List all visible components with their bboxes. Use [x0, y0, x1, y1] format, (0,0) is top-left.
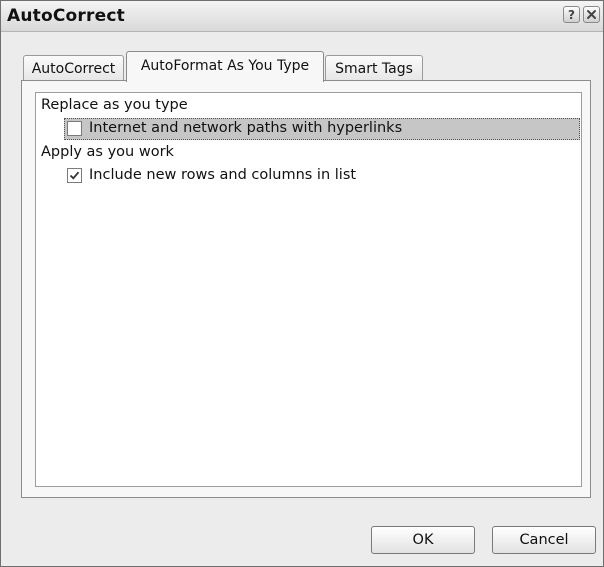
title-bar[interactable]: AutoCorrect ? [1, 1, 603, 32]
svg-text:?: ? [568, 8, 575, 22]
help-question-icon: ? [568, 8, 575, 22]
hyperlinks-checkbox[interactable] [67, 121, 82, 136]
tab-panel: Replace as you type Internet and network… [21, 80, 591, 498]
options-list[interactable]: Replace as you type Internet and network… [35, 92, 582, 487]
cancel-button[interactable]: Cancel [492, 526, 596, 554]
dialog-title: AutoCorrect [7, 6, 125, 26]
replace-as-you-type-heading: Replace as you type [41, 97, 188, 113]
close-button[interactable] [583, 6, 600, 23]
option-label: Internet and network paths with hyperlin… [89, 120, 403, 136]
tab-smart-tags[interactable]: Smart Tags [325, 55, 423, 81]
include-rows-columns-checkbox[interactable] [67, 168, 82, 183]
autocorrect-dialog: AutoCorrect ? AutoCorrect AutoFormat As … [0, 0, 604, 567]
tab-autocorrect[interactable]: AutoCorrect [23, 55, 124, 81]
ok-button[interactable]: OK [371, 526, 475, 554]
close-x-icon [587, 10, 596, 19]
help-button[interactable]: ? [563, 6, 580, 23]
option-label: Include new rows and columns in list [89, 167, 357, 183]
option-internet-paths-hyperlinks[interactable]: Internet and network paths with hyperlin… [64, 118, 580, 140]
apply-as-you-work-heading: Apply as you work [41, 144, 174, 160]
tab-autoformat-as-you-type[interactable]: AutoFormat As You Type [126, 51, 324, 82]
option-include-new-rows-columns[interactable]: Include new rows and columns in list [64, 165, 464, 187]
checkmark-icon [69, 171, 80, 180]
